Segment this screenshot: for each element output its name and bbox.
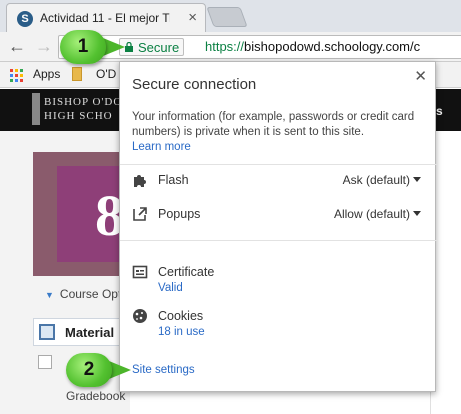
certificate-icon [132,265,148,279]
site-info-popup: Secure connection ✕ Your information (fo… [119,61,437,392]
permission-label-flash: Flash [158,173,189,187]
materials-label: Material [65,325,115,340]
bookmark-odowd[interactable]: O'D [96,67,116,81]
schoology-favicon-icon: S [17,11,33,27]
callout-pointer [103,38,125,56]
cookies-label: Cookies [158,309,204,323]
updates-icon[interactable] [38,355,52,369]
forward-arrow-icon[interactable]: → [35,36,53,57]
certificate-label: Certificate [158,265,215,279]
school-name-line2: HIGH SCHO [44,110,113,122]
learn-more-link[interactable]: Learn more [132,141,191,153]
divider [120,164,437,165]
browser-tab[interactable]: S Actividad 11 - El mejor Tr × [6,3,206,32]
callout-number: 1 [77,36,89,57]
permission-label-popups: Popups [158,207,201,221]
course-image: 8 [33,152,128,276]
site-settings-link[interactable]: Site settings [132,364,195,376]
callout-number: 2 [83,359,95,380]
popup-description: Your information (for example, passwords… [132,111,415,138]
materials-nav-item[interactable]: Material [33,318,130,346]
bookmark-folder-icon[interactable] [72,67,82,81]
tab-strip: S Actividad 11 - El mejor Tr × [0,0,461,32]
popups-permission-value: Allow (default) [333,207,410,221]
course-options-label: Course Opt [59,287,122,301]
secure-chip[interactable]: Secure [119,38,185,56]
gradebook-nav-item[interactable]: Gradebook [66,389,125,403]
school-name-line1: BISHOP O'DO [44,96,123,108]
url-scheme: https:// [205,39,245,54]
back-arrow-icon[interactable]: ← [8,36,26,57]
certificate-row: Certificate Valid [120,263,437,299]
lock-icon [125,42,133,52]
popup-title: Secure connection [132,76,257,93]
cookie-icon [133,309,147,323]
popup-icon [133,207,147,221]
flash-permission-select[interactable]: Ask (default) [343,173,421,187]
cookies-in-use-link[interactable]: 18 in use [158,326,205,338]
tab-title: Actividad 11 - El mejor Tr [40,11,170,25]
new-tab-button[interactable] [206,7,248,27]
certificate-valid-link[interactable]: Valid [158,282,183,294]
close-tab-icon[interactable]: × [188,9,197,26]
flash-permission-value: Ask (default) [342,173,410,187]
callout-pointer [109,361,131,379]
permission-row-flash: Flash Ask (default) [120,169,437,193]
caret-down-icon [413,211,421,216]
materials-icon [39,324,55,340]
url-host: bishopodowd.schoology.com/c [244,39,421,54]
triangle-down-icon: ▼ [45,290,54,300]
cookies-row: Cookies 18 in use [120,307,437,343]
popups-permission-select[interactable]: Allow (default) [334,207,421,221]
divider [120,240,437,241]
apps-grid-icon[interactable] [10,69,23,82]
permission-row-popups: Popups Allow (default) [120,203,437,227]
caret-down-icon [413,177,421,182]
secure-label: Secure [138,40,180,55]
close-icon[interactable]: ✕ [414,67,427,85]
url-text[interactable]: https://bishopodowd.schoology.com/c [205,39,420,54]
school-tower-icon [32,93,40,125]
bookmark-apps[interactable]: Apps [33,67,60,81]
puzzle-icon [134,175,146,187]
course-options[interactable]: ▼ Course Opt [45,287,121,301]
header-right-text: s [436,104,443,118]
school-name: BISHOP O'DO HIGH SCHO [44,95,122,123]
